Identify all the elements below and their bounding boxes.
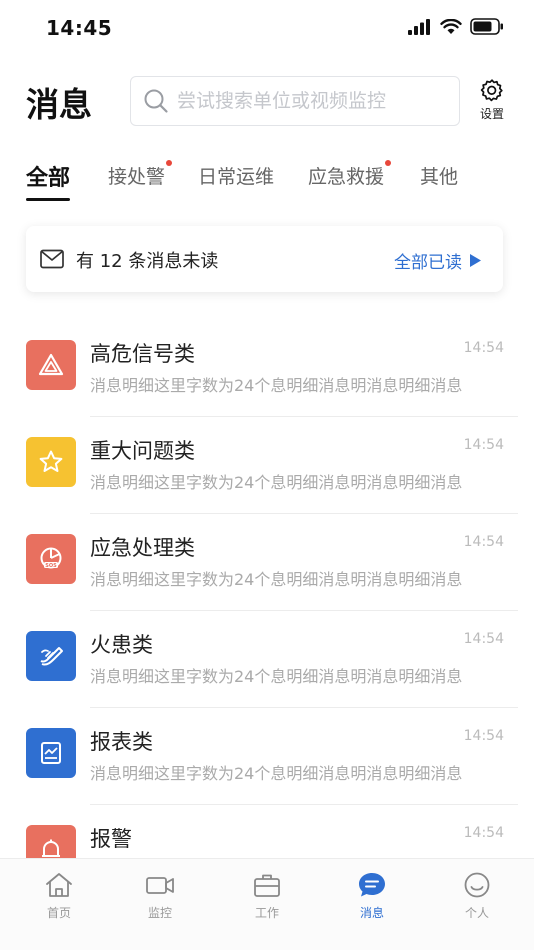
nav-monitor[interactable]: 监控 <box>120 871 200 921</box>
wifi-icon <box>440 18 462 34</box>
message-icon <box>359 873 385 897</box>
warning-triangle-icon <box>26 340 76 390</box>
messages-screen: 14:45 消息 尝试搜索单位或视频监控 设置 全部 接处警 日常运维 应急救援… <box>0 0 534 950</box>
smiley-profile-icon <box>464 872 490 898</box>
message-title: 报表类 <box>90 730 153 754</box>
report-chart-icon <box>26 728 76 778</box>
message-preview: 消息明细这里字数为24个息明细消息明消息明细消息 <box>90 570 463 589</box>
fire-hose-icon <box>26 631 76 681</box>
category-tabs: 全部 接处警 日常运维 应急救援 其他 <box>0 150 534 201</box>
cellular-signal-icon <box>408 18 430 35</box>
message-time: 14:54 <box>463 437 504 453</box>
message-title: 重大问题类 <box>90 439 195 463</box>
mark-all-read-button[interactable]: 全部已读 <box>394 248 481 273</box>
nav-label: 监控 <box>147 906 172 920</box>
status-time: 14:45 <box>46 16 113 40</box>
tab-all[interactable]: 全部 <box>26 160 71 201</box>
active-tab-indicator <box>26 198 71 201</box>
mail-icon <box>40 249 64 269</box>
message-title: 高危信号类 <box>90 342 195 366</box>
message-preview: 消息明细这里字数为24个息明细消息明消息明细消息 <box>90 473 463 492</box>
tab-label: 其他 <box>420 166 459 188</box>
bottom-tab-bar: 首页 监控 工作 消息 个人 <box>0 858 534 950</box>
tab-dispatch[interactable]: 接处警 <box>108 160 173 189</box>
star-icon <box>26 437 76 487</box>
message-preview: 消息明细这里字数为24个息明细消息明消息明细消息 <box>90 764 463 783</box>
nav-label: 首页 <box>46 906 71 920</box>
tab-emergency-rescue[interactable]: 应急救援 <box>308 160 392 189</box>
message-time: 14:54 <box>463 728 504 744</box>
nav-work[interactable]: 工作 <box>227 871 307 921</box>
tab-maintenance[interactable]: 日常运维 <box>198 162 274 189</box>
tab-label: 接处警 <box>108 166 166 188</box>
unread-count-text: 有 12 条消息未读 <box>76 251 219 272</box>
message-preview: 消息明细这里字数为24个息明细消息明消息明细消息 <box>90 667 463 686</box>
tab-label: 应急救援 <box>308 166 385 188</box>
message-time: 14:54 <box>463 534 504 550</box>
unread-dot <box>385 160 392 166</box>
message-item-report[interactable]: 报表类 14:54 消息明细这里字数为24个息明细消息明消息明细消息 <box>0 708 534 805</box>
message-preview: 消息明细这里字数为24个息明细消息明消息明细消息 <box>90 376 463 395</box>
message-item-fire-hazard[interactable]: 火患类 14:54 消息明细这里字数为24个息明细消息明消息明细消息 <box>0 611 534 708</box>
message-title: 应急处理类 <box>90 536 195 560</box>
message-title: 报警 <box>90 827 132 851</box>
message-list: 高危信号类 14:54 消息明细这里字数为24个息明细消息明消息明细消息 重大问… <box>0 320 534 902</box>
message-time: 14:54 <box>463 340 504 356</box>
search-input[interactable] <box>177 90 447 112</box>
tab-label: 全部 <box>26 166 71 191</box>
nav-label: 个人 <box>464 906 489 920</box>
page-title: 消息 <box>26 85 92 124</box>
battery-icon <box>470 18 503 35</box>
message-time: 14:54 <box>463 631 504 647</box>
nav-home[interactable]: 首页 <box>19 871 99 921</box>
status-icons <box>408 18 504 35</box>
message-item-major-issue[interactable]: 重大问题类 14:54 消息明细这里字数为24个息明细消息明消息明细消息 <box>0 417 534 514</box>
message-time: 14:54 <box>463 825 504 841</box>
tab-label: 日常运维 <box>198 166 275 188</box>
gear-icon <box>480 79 503 102</box>
settings-button[interactable]: 设置 <box>474 78 510 122</box>
settings-label: 设置 <box>479 107 504 121</box>
nav-label: 消息 <box>359 906 384 920</box>
nav-profile[interactable]: 个人 <box>437 871 517 921</box>
search-icon <box>144 89 168 113</box>
search-box[interactable] <box>130 76 460 126</box>
unread-dot <box>166 160 173 166</box>
unread-summary-card: 有 12 条消息未读 全部已读 <box>26 226 503 292</box>
sos-pie-icon: SOS <box>26 534 76 584</box>
message-item-emergency[interactable]: SOS 应急处理类 14:54 消息明细这里字数为24个息明细消息明消息明细消息 <box>0 514 534 611</box>
video-camera-icon <box>146 877 174 894</box>
status-bar: 14:45 <box>0 0 534 58</box>
mark-all-read-label: 全部已读 <box>394 253 462 273</box>
nav-label: 工作 <box>254 906 279 920</box>
play-arrow-icon <box>470 254 481 267</box>
header: 消息 设置 <box>0 70 534 134</box>
nav-messages[interactable]: 消息 <box>332 871 412 921</box>
message-item-high-risk[interactable]: 高危信号类 14:54 消息明细这里字数为24个息明细消息明消息明细消息 <box>0 320 534 417</box>
message-title: 火患类 <box>90 633 153 657</box>
home-icon <box>46 873 72 897</box>
tab-other[interactable]: 其他 <box>420 162 458 189</box>
svg-text:SOS: SOS <box>45 563 57 569</box>
briefcase-icon <box>254 874 280 897</box>
